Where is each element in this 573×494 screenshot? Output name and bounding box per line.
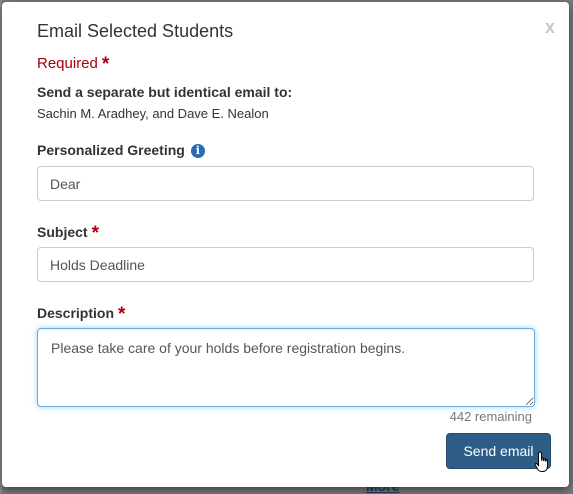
description-label: Description: [37, 305, 115, 321]
greeting-input[interactable]: [37, 166, 534, 201]
email-dialog: Email Selected Students x Required * Send…: [2, 2, 569, 487]
subject-label: Subject: [37, 224, 88, 240]
recipients-list: Sachin M. Aradhey, and Dave E. Nealon: [37, 106, 269, 121]
greeting-label-row: Personalized Greeting i: [37, 142, 205, 158]
greeting-label: Personalized Greeting: [37, 142, 185, 158]
description-required-star: *: [118, 304, 126, 325]
info-icon[interactable]: i: [190, 144, 205, 158]
subject-input[interactable]: [37, 247, 534, 282]
remaining-count: 442 remaining: [449, 409, 532, 424]
recipients-label: Send a separate but identical email to:: [37, 84, 293, 100]
description-label-row: Description *: [37, 302, 126, 325]
hand-cursor-icon: [534, 451, 548, 472]
close-button[interactable]: x: [545, 18, 555, 36]
subject-required-star: *: [91, 223, 99, 244]
description-textarea[interactable]: Please take care of your holds before re…: [37, 328, 535, 407]
required-note: Required *: [37, 52, 110, 75]
required-star: *: [101, 54, 110, 75]
required-note-text: Required: [37, 55, 98, 72]
subject-label-row: Subject *: [37, 221, 99, 244]
dialog-title: Email Selected Students: [37, 21, 234, 41]
